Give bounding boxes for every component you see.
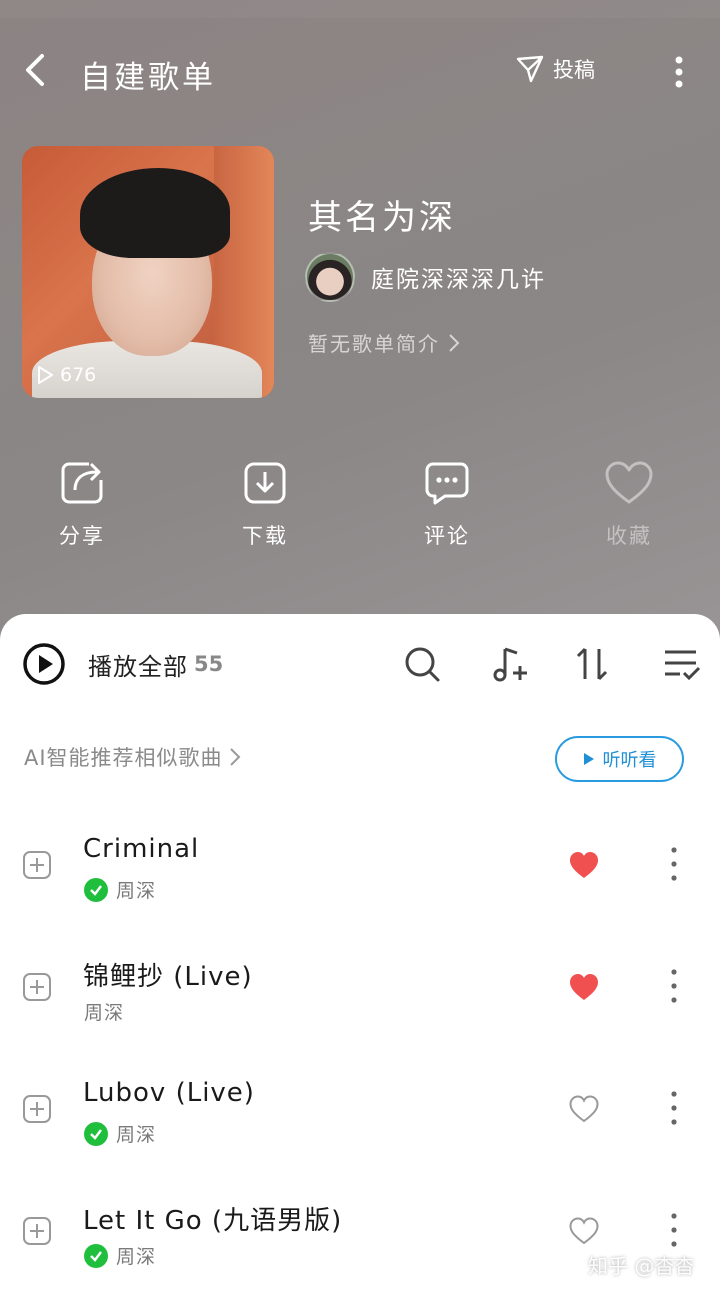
add-to-queue-icon[interactable] (22, 1094, 52, 1124)
song-more-icon[interactable] (664, 966, 684, 1006)
creator[interactable]: 庭院深深深几许 (305, 252, 546, 302)
ai-recommend-link[interactable]: AI智能推荐相似歌曲 (24, 742, 241, 772)
vip-check-icon (84, 877, 108, 902)
share-button[interactable]: 分享 (22, 460, 142, 550)
play-all-button[interactable]: 播放全部 55 (22, 642, 223, 686)
artist-name: 周深 (116, 880, 157, 902)
listen-button[interactable]: 听听看 (555, 736, 684, 782)
cover-figure-hair (80, 168, 230, 258)
playlist-cover[interactable]: 676 (22, 146, 274, 398)
share-icon (61, 462, 103, 504)
song-title: Lubov (Live) (83, 1078, 255, 1108)
liked-heart-icon[interactable] (568, 850, 600, 880)
add-to-queue-icon[interactable] (22, 850, 52, 880)
heart-outline-icon[interactable] (568, 1094, 600, 1124)
list-item[interactable]: 锦鲤抄 (Live) 周深 (0, 942, 720, 1052)
multi-select-icon[interactable] (662, 644, 702, 684)
comment-button[interactable]: 评论 (387, 460, 507, 550)
play-icon (583, 753, 594, 765)
liked-heart-icon[interactable] (568, 972, 600, 1002)
artist-name: 周深 (116, 1246, 157, 1268)
song-count: 55 (194, 652, 224, 676)
page-title: 自建歌单 (80, 60, 216, 96)
song-artist: 周深 (84, 876, 156, 903)
add-music-icon[interactable] (490, 644, 530, 684)
submit-button[interactable]: 投稿 (515, 54, 595, 84)
vip-check-icon (84, 1243, 108, 1268)
playlist-description[interactable]: 暂无歌单简介 (308, 328, 460, 357)
creator-name[interactable]: 庭院深深深几许 (371, 260, 546, 294)
song-artist: 周深 (84, 1120, 156, 1147)
song-title: Criminal (83, 834, 200, 864)
share-label: 分享 (59, 524, 105, 548)
submit-label: 投稿 (553, 58, 595, 82)
more-icon[interactable] (664, 52, 694, 92)
song-title: Let It Go (九语男版) (83, 1206, 343, 1236)
play-all-label: 播放全部 (88, 652, 188, 681)
download-icon (244, 462, 286, 504)
play-circle-icon (23, 643, 65, 685)
heart-icon (605, 461, 653, 504)
song-artist: 周深 (84, 1242, 156, 1269)
collect-button[interactable]: 收藏 (569, 460, 689, 550)
heart-outline-icon[interactable] (568, 1216, 600, 1246)
top-bar: 自建歌单 投稿 (0, 40, 720, 100)
listen-label: 听听看 (602, 750, 657, 771)
comment-label: 评论 (424, 524, 470, 548)
song-more-icon[interactable] (664, 1088, 684, 1128)
add-to-queue-icon[interactable] (22, 1216, 52, 1246)
playlist-name: 其名为深 (308, 198, 456, 238)
song-list-panel: 播放全部 55 AI智能推荐相似歌曲 听听看 Criminal 周深 锦鲤抄 (… (0, 614, 720, 1293)
vip-check-icon (84, 1121, 108, 1146)
artist-name: 周深 (84, 1002, 125, 1024)
song-artist: 周深 (84, 998, 124, 1025)
search-icon[interactable] (402, 644, 442, 684)
artist-name: 周深 (116, 1124, 157, 1146)
status-bar (0, 0, 720, 18)
chevron-right-icon (449, 333, 460, 352)
song-more-icon[interactable] (664, 844, 684, 884)
song-title: 锦鲤抄 (Live) (83, 962, 253, 992)
ai-recommend-label: AI智能推荐相似歌曲 (24, 746, 223, 770)
list-item[interactable]: Lubov (Live) 周深 (0, 1064, 720, 1174)
comment-icon (425, 462, 469, 505)
download-label: 下载 (242, 524, 288, 548)
chevron-right-icon (229, 748, 240, 766)
action-bar: 分享 下载 评论 收藏 (0, 460, 720, 560)
watermark: 知乎 @杳杳 (588, 1254, 695, 1278)
download-button[interactable]: 下载 (205, 460, 325, 550)
play-count: 676 (36, 364, 96, 386)
send-icon (516, 55, 544, 83)
avatar[interactable] (305, 252, 355, 302)
play-icon (38, 366, 53, 384)
description-text: 暂无歌单简介 (308, 332, 440, 356)
song-more-icon[interactable] (664, 1210, 684, 1250)
list-item[interactable]: Criminal 周深 (0, 820, 720, 930)
collect-label: 收藏 (606, 524, 652, 548)
sort-icon[interactable] (572, 644, 612, 684)
back-icon[interactable] (18, 50, 58, 90)
play-count-value: 676 (60, 364, 97, 386)
add-to-queue-icon[interactable] (22, 972, 52, 1002)
